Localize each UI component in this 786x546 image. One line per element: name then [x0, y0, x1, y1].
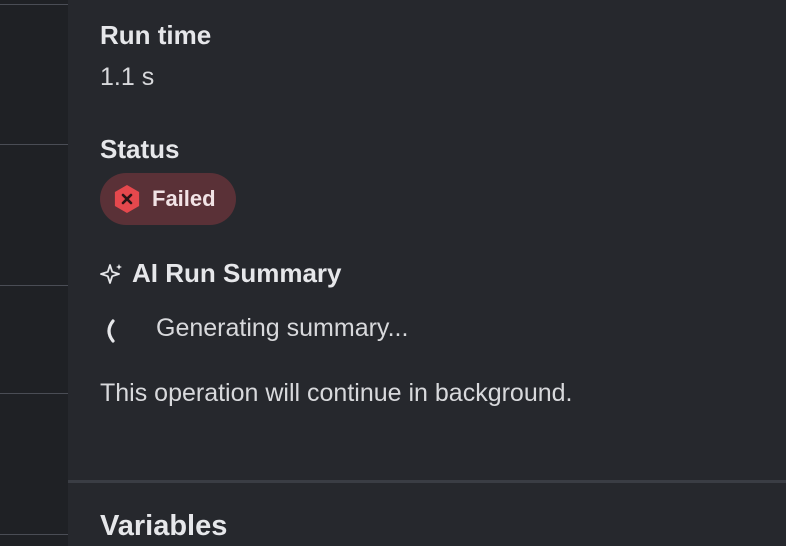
variables-section-title: Variables [100, 510, 228, 542]
gutter-divider [0, 285, 68, 286]
loading-spinner-icon [102, 318, 122, 344]
gutter-divider [0, 534, 68, 535]
run-details-panel: Run time 1.1 s Status Failed AI Run Summ… [68, 0, 786, 546]
status-badge-label: Failed [152, 186, 216, 211]
left-gutter [0, 0, 68, 546]
run-time-label: Run time [100, 20, 212, 50]
generating-summary-text: Generating summary... [156, 314, 409, 342]
gutter-divider [0, 144, 68, 145]
ai-run-summary-title: AI Run Summary [132, 258, 342, 288]
x-hexagon-icon [112, 184, 142, 214]
ai-run-summary-header: AI Run Summary [100, 258, 342, 289]
sparkle-icon [100, 262, 124, 286]
background-operation-note: This operation will continue in backgrou… [100, 379, 573, 407]
run-time-value: 1.1 s [100, 63, 155, 91]
gutter-divider [0, 4, 68, 5]
section-divider [68, 480, 786, 483]
gutter-divider [0, 393, 68, 394]
status-badge: Failed [100, 173, 236, 225]
status-label: Status [100, 134, 180, 164]
